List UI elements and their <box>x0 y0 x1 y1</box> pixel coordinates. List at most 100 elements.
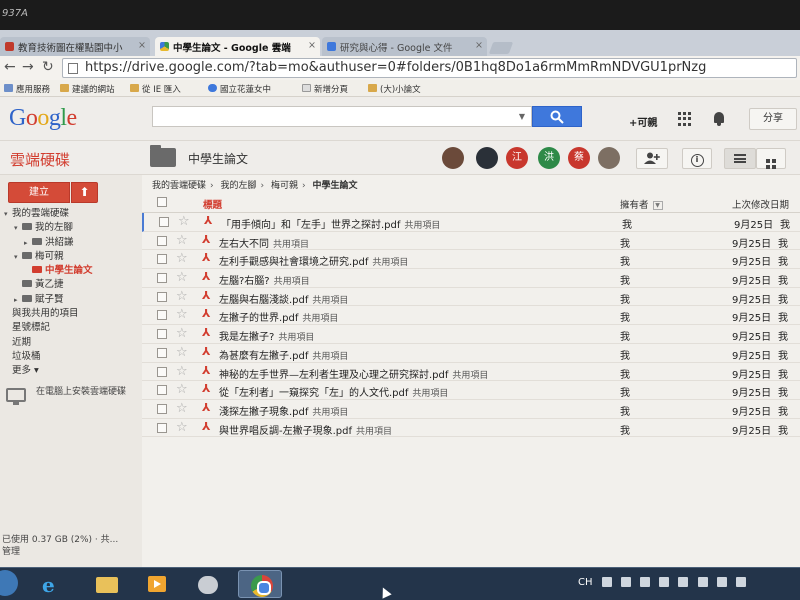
forward-icon[interactable]: → <box>22 59 34 75</box>
chevron-right-icon[interactable]: ▸ <box>14 293 22 307</box>
row-checkbox[interactable] <box>157 254 167 265</box>
drive-title[interactable]: 雲端硬碟 <box>10 149 70 170</box>
sidebar-nav-item[interactable]: 星號標記 <box>0 321 142 335</box>
star-icon[interactable]: ☆ <box>176 345 188 360</box>
row-checkbox[interactable] <box>157 310 167 321</box>
chevron-down-icon[interactable]: ▾ <box>4 207 12 221</box>
file-row[interactable]: ☆ ⅄ 為甚麼有左撇子.pdf 共用項目我 9月25日我 <box>142 344 800 363</box>
apps-grid-icon[interactable] <box>678 112 692 126</box>
column-modified[interactable]: 上次修改日期 <box>732 197 789 211</box>
star-icon[interactable]: ☆ <box>176 307 188 322</box>
sidebar-nav-item[interactable]: ▾ 我的雲端硬碟 <box>0 207 142 221</box>
language-indicator[interactable]: CH <box>578 577 593 588</box>
browser-tab-2[interactable]: 中學生論文 - Google 雲端 × <box>155 37 320 56</box>
sidebar-nav-item[interactable]: ▾ 我的左腳 <box>0 221 142 235</box>
sidebar-nav-item[interactable]: 與我共用的項目 <box>0 307 142 321</box>
breadcrumb-item[interactable]: 我的左腳 <box>221 181 257 191</box>
ime-icon[interactable] <box>620 577 631 587</box>
file-name[interactable]: 為甚麼有左撇子.pdf 共用項目 <box>219 347 348 362</box>
browser-tab-3[interactable]: 研究與心得 - Google 文件 × <box>322 37 487 56</box>
chevron-down-icon[interactable]: ▼ <box>519 112 525 121</box>
taskbar-app-explorer[interactable] <box>84 570 128 598</box>
file-row[interactable]: ☆ ⅄ 左撇子的世界.pdf 共用項目我 9月25日我 <box>142 306 800 326</box>
file-name[interactable]: 左利手觀感與社會環境之研究.pdf 共用項目 <box>219 253 408 268</box>
install-drive-link[interactable]: 在電腦上安裝雲端硬碟 <box>6 386 136 405</box>
reload-icon[interactable]: ↻ <box>42 59 54 75</box>
file-row[interactable]: ☆ ⅄ 我是左撇子? 共用項目我 9月25日我 <box>142 325 800 344</box>
settings-icon[interactable] <box>678 577 689 587</box>
star-icon[interactable]: ☆ <box>176 420 188 435</box>
taskbar-app-tool[interactable] <box>186 570 230 598</box>
row-checkbox[interactable] <box>157 385 167 396</box>
file-name[interactable]: 左撇子的世界.pdf 共用項目 <box>219 309 338 324</box>
file-row[interactable]: ☆ ⅄ 「用手傾向」和「左手」世界之探討.pdf 共用項目我 9月25日我 <box>142 213 800 232</box>
volume-icon[interactable] <box>736 577 747 587</box>
file-row[interactable]: ☆ ⅄ 神秘的左手世界—左利者生理及心理之研究探討.pdf 共用項目我 9月25日我 <box>142 363 800 382</box>
sidebar-nav-item[interactable]: 更多 ▾ <box>0 364 142 378</box>
close-icon[interactable]: × <box>475 40 483 51</box>
new-tab-button[interactable] <box>488 42 514 54</box>
bookmark-newtab[interactable]: 新增分頁 <box>302 83 348 95</box>
row-checkbox[interactable] <box>157 235 167 246</box>
search-input[interactable]: ▼ <box>152 106 532 127</box>
file-row[interactable]: ☆ ⅄ 淺探左撇子現象.pdf 共用項目我 9月25日我 <box>142 400 800 419</box>
column-owner[interactable]: 擁有者 ▼ <box>620 197 663 211</box>
file-name[interactable]: 從「左利者」一窺探究「左」的人文代.pdf 共用項目 <box>219 384 448 399</box>
user-name-link[interactable]: +可親 <box>629 114 657 129</box>
help-icon[interactable] <box>659 577 670 587</box>
star-icon[interactable]: ☆ <box>176 326 188 341</box>
star-icon[interactable]: ☆ <box>176 382 188 397</box>
file-row[interactable]: ☆ ⅄ 左腦與右腦淺談.pdf 共用項目我 9月25日我 <box>142 288 800 307</box>
bookmark-school[interactable]: 國立花蓮女中 <box>208 83 271 95</box>
sidebar-nav-item[interactable]: 中學生論文 <box>0 264 142 278</box>
row-checkbox[interactable] <box>157 291 167 302</box>
create-button[interactable]: 建立 <box>8 182 70 203</box>
file-name[interactable]: 我是左撇子? 共用項目 <box>219 328 314 343</box>
breadcrumb-item[interactable]: 梅可親 <box>271 181 298 191</box>
browser-tab-1[interactable]: 教育技術圖在權點園中小 × <box>0 37 150 56</box>
row-checkbox[interactable] <box>157 347 167 358</box>
file-name[interactable]: 左腦與右腦淺談.pdf 共用項目 <box>219 291 348 306</box>
file-row[interactable]: ☆ ⅄ 左利手觀感與社會環境之研究.pdf 共用項目我 9月25日我 <box>142 250 800 270</box>
file-row[interactable]: ☆ ⅄ 與世界唱反調-左撇子現象.pdf 共用項目我 9月25日我 <box>142 419 800 438</box>
sidebar-nav-item[interactable]: 垃圾桶 <box>0 350 142 364</box>
address-bar[interactable]: https://drive.google.com/?tab=mo&authuse… <box>62 58 797 78</box>
file-name[interactable]: 神秘的左手世界—左利者生理及心理之研究探討.pdf 共用項目 <box>219 366 488 381</box>
taskbar-app-media[interactable] <box>134 570 178 598</box>
notification-bell-icon[interactable] <box>712 111 726 127</box>
file-row[interactable]: ☆ ⅄ 左腦?右腦? 共用項目我 9月25日我 <box>142 269 800 288</box>
bookmark-apps[interactable]: 應用服務 <box>4 83 50 95</box>
back-icon[interactable]: ← <box>4 59 16 75</box>
network-icon[interactable] <box>697 577 708 587</box>
flag-icon[interactable] <box>716 577 727 587</box>
sidebar-nav-item[interactable]: ▸ 洪紹謙 <box>0 236 142 250</box>
bookmark-suggested[interactable]: 建議的網站 <box>60 83 115 95</box>
select-all-checkbox[interactable] <box>157 197 167 207</box>
sidebar-nav-item[interactable]: ▸ 賦子賢 <box>0 293 142 307</box>
star-icon[interactable]: ☆ <box>176 251 188 266</box>
keyboard-icon[interactable] <box>601 577 612 587</box>
add-people-button[interactable] <box>636 148 668 169</box>
avatar[interactable]: 江 <box>506 147 528 169</box>
share-button[interactable]: 分享 <box>749 108 797 130</box>
row-checkbox[interactable] <box>157 329 167 340</box>
taskbar-app-chrome[interactable] <box>238 570 282 598</box>
search-button[interactable] <box>532 106 582 127</box>
file-name[interactable]: 淺探左撇子現象.pdf 共用項目 <box>219 403 348 418</box>
taskbar-app-ie[interactable]: e <box>30 570 74 598</box>
sidebar-nav-item[interactable]: 近期 <box>0 336 142 350</box>
close-icon[interactable]: × <box>308 40 316 51</box>
sort-dropdown-icon[interactable]: ▼ <box>652 201 663 210</box>
file-name[interactable]: 左右大不同 共用項目 <box>219 235 309 250</box>
avatar[interactable] <box>442 147 464 169</box>
start-button[interactable] <box>0 570 18 596</box>
sidebar-nav-item[interactable]: ▾ 梅可親 <box>0 250 142 264</box>
file-name[interactable]: 「用手傾向」和「左手」世界之探討.pdf 共用項目 <box>221 216 440 231</box>
row-checkbox[interactable] <box>157 273 167 284</box>
star-icon[interactable]: ☆ <box>176 289 188 304</box>
chevron-down-icon[interactable]: ▾ <box>14 250 22 264</box>
chevron-down-icon[interactable]: ▾ <box>14 221 22 235</box>
file-row[interactable]: ☆ ⅄ 從「左利者」一窺探究「左」的人文代.pdf 共用項目我 9月25日我 <box>142 381 800 400</box>
avatar[interactable] <box>476 147 498 169</box>
column-title[interactable]: 標題 <box>203 197 222 211</box>
